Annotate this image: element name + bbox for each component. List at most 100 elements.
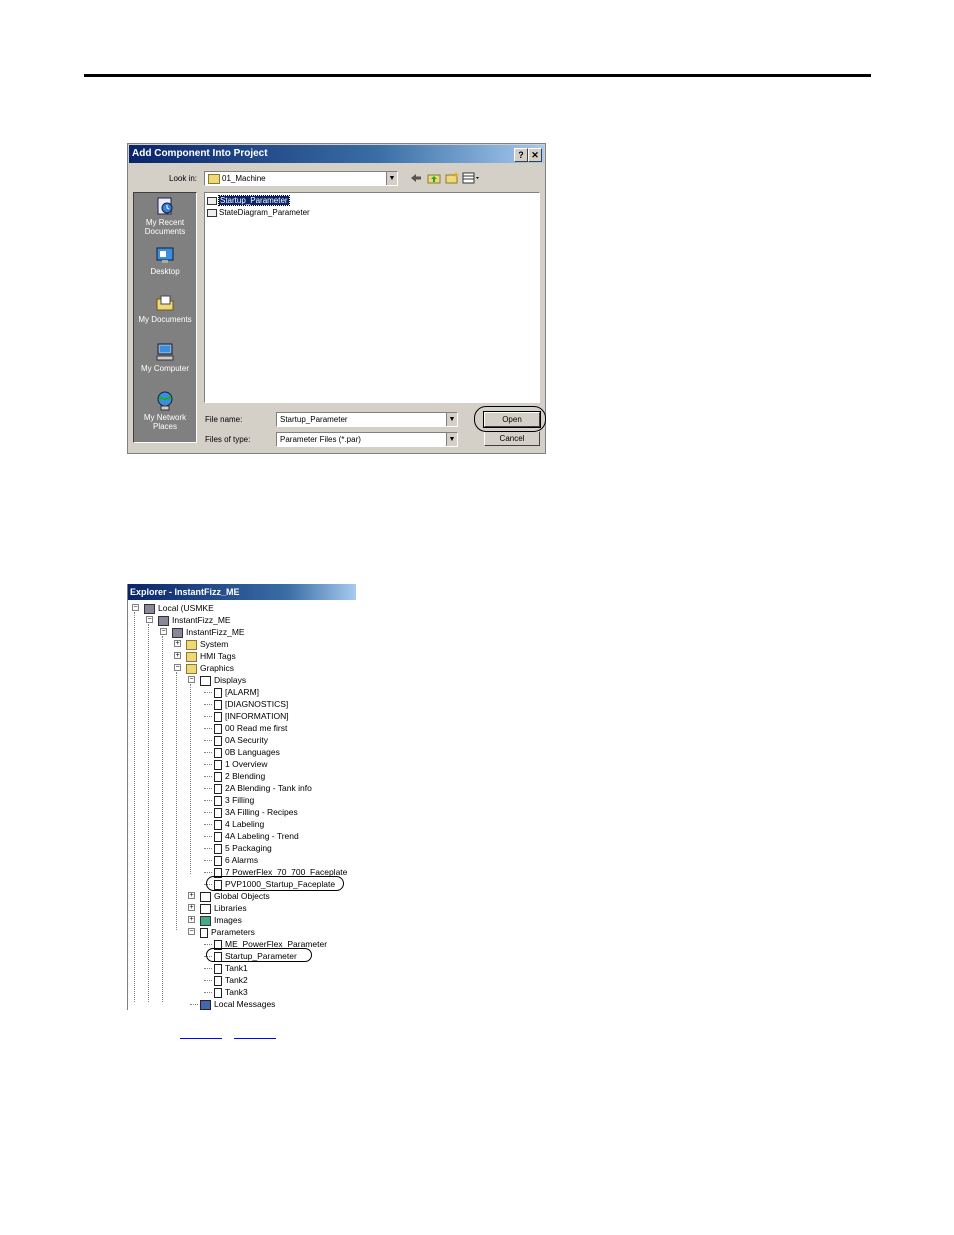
highlight-circle — [206, 876, 344, 891]
tree-node[interactable]: Local Messages — [200, 998, 275, 1010]
help-button[interactable]: ? — [514, 148, 528, 162]
tree-guide-line — [134, 612, 135, 1002]
tree-node[interactable]: Libraries — [200, 902, 247, 914]
tree-node[interactable]: System — [186, 638, 228, 650]
tree-node[interactable]: 6 Alarms — [214, 854, 258, 866]
tree-node-label: Displays — [214, 675, 247, 685]
my-computer-icon — [156, 343, 174, 361]
tree-node[interactable]: InstantFizz_ME — [158, 614, 231, 626]
network-places-icon — [157, 391, 173, 411]
expand-icon[interactable]: + — [188, 904, 195, 911]
computer-icon — [144, 603, 155, 614]
recent-documents-icon — [157, 197, 173, 215]
tree-node[interactable]: 0B Languages — [214, 746, 280, 758]
place-my-computer[interactable]: My Computer — [134, 342, 196, 373]
tree-node-label: InstantFizz_ME — [172, 615, 231, 625]
tree-node[interactable]: Local (USMKE — [144, 602, 214, 614]
place-my-documents[interactable]: My Documents — [134, 293, 196, 324]
tree-node-label: 2 Blending — [225, 771, 266, 781]
tree-connector — [204, 968, 212, 969]
tree-node[interactable]: Parameters — [200, 926, 255, 938]
close-button[interactable]: ✕ — [528, 148, 542, 162]
folder-icon — [186, 639, 197, 650]
tree-node-label: [DIAGNOSTICS] — [225, 699, 289, 709]
tree-connector — [190, 1004, 198, 1005]
tree-node[interactable]: 3A Filling - Recipes — [214, 806, 298, 818]
dialog-title: Add Component Into Project — [132, 148, 268, 159]
collapse-icon[interactable]: − — [188, 928, 195, 935]
tree-node[interactable]: Global Objects — [200, 890, 270, 902]
up-folder-icon[interactable] — [427, 172, 441, 184]
collapse-icon[interactable]: − — [132, 604, 139, 611]
tree-node[interactable]: Tank2 — [214, 974, 248, 986]
tree-node-label: Tank3 — [225, 987, 248, 997]
tree-node[interactable]: 4 Labeling — [214, 818, 264, 830]
tree-node-label: 0B Languages — [225, 747, 280, 757]
tree-node[interactable]: Images — [200, 914, 242, 926]
tree-node[interactable]: [INFORMATION] — [214, 710, 289, 722]
expand-icon[interactable]: + — [174, 652, 181, 659]
collapse-icon[interactable]: − — [146, 616, 153, 623]
messages-icon — [200, 999, 211, 1010]
tree-node[interactable]: Graphics — [186, 662, 234, 674]
file-item[interactable]: Startup_Parameter — [207, 195, 290, 206]
file-type-select[interactable]: Parameter Files (*.par) ▼ — [276, 432, 458, 447]
place-desktop[interactable]: Desktop — [134, 245, 196, 276]
tree-connector — [204, 788, 212, 789]
collapse-icon[interactable]: − — [188, 676, 195, 683]
expand-icon[interactable]: + — [188, 892, 195, 899]
tree-node[interactable]: 00 Read me first — [214, 722, 287, 734]
expand-icon[interactable]: + — [188, 916, 195, 923]
tree-node[interactable]: 3 Filling — [214, 794, 254, 806]
tree-node-label: Local (USMKE — [158, 603, 214, 613]
look-in-select[interactable]: 01_Machine ▼ — [204, 171, 398, 186]
back-arrow-icon[interactable] — [410, 173, 422, 183]
tree-node[interactable]: [ALARM] — [214, 686, 259, 698]
tree-connector — [204, 728, 212, 729]
cancel-button[interactable]: Cancel — [484, 431, 540, 446]
tree-guide-line — [162, 636, 163, 1002]
file-name-label: File name: — [205, 415, 243, 424]
application-icon — [158, 615, 169, 626]
tree-node[interactable]: 2 Blending — [214, 770, 265, 782]
tree-node-label: Local Messages — [214, 999, 276, 1009]
chevron-down-icon[interactable]: ▼ — [446, 413, 457, 426]
tree-node[interactable]: Tank1 — [214, 962, 248, 974]
expand-icon[interactable]: + — [174, 640, 181, 647]
link-underline[interactable] — [234, 1029, 276, 1039]
tree-node-label: System — [200, 639, 229, 649]
tree-node[interactable]: HMI Tags — [186, 650, 236, 662]
display-icon — [214, 843, 222, 854]
tree-node[interactable]: 1 Overview — [214, 758, 268, 770]
tree-node[interactable]: [DIAGNOSTICS] — [214, 698, 288, 710]
chevron-down-icon[interactable]: ▼ — [446, 433, 457, 446]
link-underline[interactable] — [180, 1029, 222, 1039]
tree-node[interactable]: InstantFizz_ME — [172, 626, 245, 638]
tree-node[interactable]: 0A Security — [214, 734, 268, 746]
collapse-icon[interactable]: − — [160, 628, 167, 635]
view-menu-icon[interactable] — [462, 172, 480, 184]
new-folder-icon[interactable] — [445, 172, 459, 184]
file-item-label: Startup_Parameter — [218, 195, 290, 206]
file-list[interactable]: Startup_Parameter StateDiagram_Parameter — [204, 192, 540, 403]
tree-node-label: [ALARM] — [225, 687, 260, 697]
tree-node[interactable]: 4A Labeling - Trend — [214, 830, 299, 842]
collapse-icon[interactable]: − — [174, 664, 181, 671]
tree-node[interactable]: 5 Packaging — [214, 842, 272, 854]
place-network[interactable]: My Network Places — [134, 391, 196, 431]
tree-node-label: Tank1 — [225, 963, 248, 973]
tree-node-label: 1 Overview — [225, 759, 268, 769]
chevron-down-icon[interactable]: ▼ — [386, 172, 397, 185]
place-recent-documents[interactable]: My Recent Documents — [134, 196, 196, 236]
file-name-field[interactable]: Startup_Parameter ▼ — [276, 412, 458, 427]
file-type-value: Parameter Files (*.par) — [280, 435, 361, 444]
tree-node[interactable]: Tank3 — [214, 986, 248, 998]
folder-icon — [186, 663, 197, 674]
dialog-title-bar[interactable]: Add Component Into Project ? ✕ — [129, 145, 544, 163]
tree-node-label: 6 Alarms — [225, 855, 259, 865]
parameter-file-icon — [207, 196, 217, 205]
file-item[interactable]: StateDiagram_Parameter — [207, 207, 310, 218]
tree-node[interactable]: Displays — [200, 674, 246, 686]
tree-node[interactable]: 2A Blending - Tank info — [214, 782, 312, 794]
tree-node-label: Tank2 — [225, 975, 248, 985]
